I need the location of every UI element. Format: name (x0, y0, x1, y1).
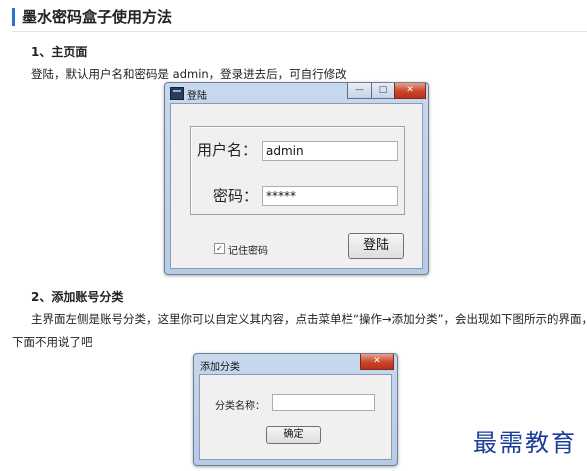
app-icon (170, 87, 184, 100)
minimize-button[interactable]: — (347, 83, 372, 99)
section-text-add-category-line1: 主界面左侧是账号分类，这里你可以自定义其内容，点击菜单栏“操作→添加分类”，会出… (31, 312, 587, 326)
section-text-add-category-line2: 下面不用说了吧 (12, 335, 93, 349)
section-heading-add-category: 2、添加账号分类 (31, 290, 124, 304)
section-text-main-page: 登陆，默认用户名和密码是 admin，登录进去后，可自行修改 (31, 67, 347, 81)
username-label: 用户名： (197, 141, 258, 159)
remember-password-label[interactable]: 记住密码 (228, 242, 268, 257)
add-category-titlebar[interactable]: 添加分类 ✕ (194, 354, 397, 374)
watermark-text: 最需教育 (473, 429, 577, 457)
password-label: 密码： (213, 187, 259, 205)
page-title: 墨水密码盒子使用方法 (22, 8, 173, 26)
section-heading-main-page: 1、主页面 (31, 45, 88, 59)
login-dialog-titlebar[interactable]: 登陆 — □ ✕ (165, 83, 428, 103)
login-dialog-title: 登陆 (187, 91, 207, 102)
close-button[interactable]: ✕ (394, 83, 426, 99)
title-accent-bar (12, 8, 15, 26)
close-button[interactable]: ✕ (360, 354, 394, 370)
login-button[interactable]: 登陆 (348, 233, 404, 259)
remember-password-checkbox[interactable]: ✓ (214, 243, 225, 254)
category-name-input[interactable] (272, 394, 375, 411)
add-category-title: 添加分类 (200, 362, 240, 373)
add-category-dialog: 添加分类 ✕ 分类名称： 确定 (193, 353, 398, 466)
maximize-button[interactable]: □ (371, 83, 395, 99)
category-name-label: 分类名称： (215, 401, 265, 412)
login-dialog: 登陆 — □ ✕ 用户名： admin 密码： ***** ✓ 记住密码 登陆 (164, 82, 429, 275)
username-input[interactable]: admin (262, 141, 398, 161)
ok-button[interactable]: 确定 (266, 426, 321, 444)
login-dialog-client: 用户名： admin 密码： ***** ✓ 记住密码 登陆 (170, 103, 423, 269)
title-divider (12, 31, 587, 32)
login-credentials-group: 用户名： admin 密码： ***** (190, 126, 405, 215)
password-input[interactable]: ***** (262, 186, 398, 206)
add-category-client: 分类名称： 确定 (199, 374, 392, 460)
